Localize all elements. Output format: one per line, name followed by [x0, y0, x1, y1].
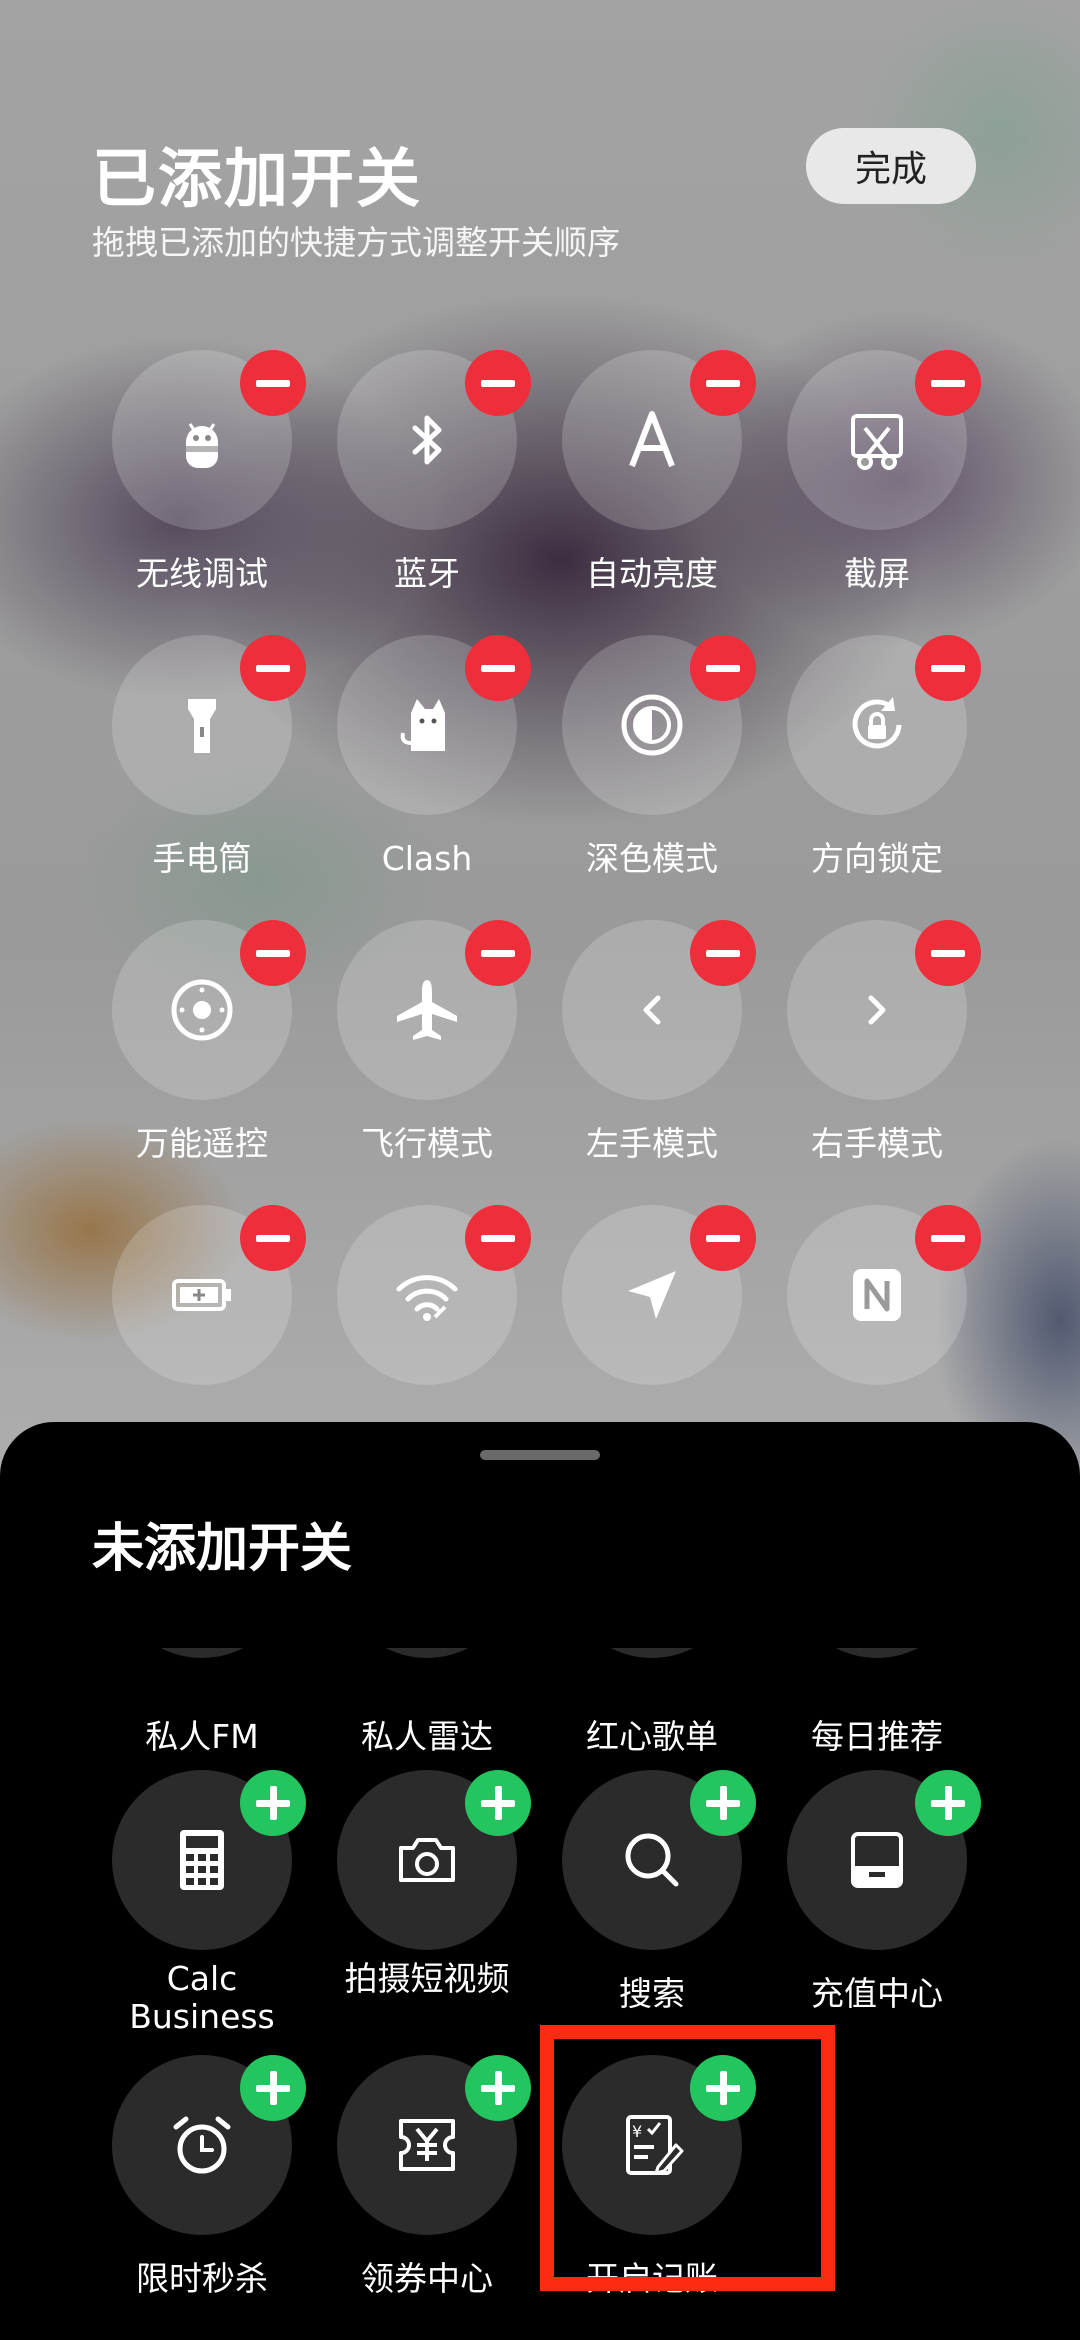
tile-label: 左手模式	[586, 1124, 718, 1163]
tile-recharge-center[interactable]: 充值中心	[765, 1770, 989, 2040]
remove-icon[interactable]	[915, 635, 981, 701]
tile-screenshot[interactable]: 截屏	[765, 350, 989, 620]
remove-icon[interactable]	[690, 920, 756, 986]
tile-search[interactable]: 搜索	[540, 1770, 764, 2040]
tile-bluetooth[interactable]: 蓝牙	[315, 350, 539, 620]
tile-coupon-center[interactable]: 领券中心	[315, 2055, 539, 2325]
sheet-drag-handle[interactable]	[480, 1450, 600, 1460]
tile-rotation-lock[interactable]: 方向锁定	[765, 635, 989, 905]
tile-label-private-radar[interactable]: 私人雷达	[315, 1710, 539, 1758]
tile-label: 右手模式	[811, 1124, 943, 1163]
tile-label: 无线调试	[136, 554, 268, 593]
tile-wireless-debugging[interactable]: 无线调试	[90, 350, 314, 620]
tile-label: Clash	[381, 839, 473, 878]
partial-tile-circle	[337, 1648, 517, 1658]
remove-icon[interactable]	[240, 920, 306, 986]
tile-label-private-fm[interactable]: 私人FM	[90, 1710, 314, 1758]
remove-icon[interactable]	[915, 1205, 981, 1271]
tile-universal-remote[interactable]: 万能遥控	[90, 920, 314, 1190]
tile-label: 蓝牙	[394, 554, 460, 593]
tile-label: 拍摄短视频	[344, 1959, 510, 1998]
remove-icon[interactable]	[690, 1205, 756, 1271]
tile-label: 限时秒杀	[136, 2259, 268, 2298]
tile-airplane-mode[interactable]: 飞行模式	[315, 920, 539, 1190]
tile-label: 深色模式	[586, 839, 718, 878]
tile-right-hand-mode[interactable]: 右手模式	[765, 920, 989, 1190]
page-title: 已添加开关	[92, 143, 422, 217]
tile-label: 领券中心	[361, 2259, 493, 2298]
tile-left-hand-mode[interactable]: 左手模式	[540, 920, 764, 1190]
tile-label: 自动亮度	[586, 554, 718, 593]
add-icon[interactable]	[240, 2055, 306, 2121]
remove-icon[interactable]	[465, 1205, 531, 1271]
add-icon[interactable]	[690, 1770, 756, 1836]
done-button[interactable]: 完成	[806, 128, 976, 204]
tile-dark-mode[interactable]: 深色模式	[540, 635, 764, 905]
tile-label: 万能遥控	[136, 1124, 268, 1163]
sheet-title: 未添加开关	[92, 1519, 353, 1579]
tile-label-heart-playlist[interactable]: 红心歌单	[540, 1710, 764, 1758]
tile-label: 搜索	[619, 1974, 685, 2013]
tile-clash[interactable]: Clash	[315, 635, 539, 905]
remove-icon[interactable]	[240, 1205, 306, 1271]
partial-tile-circle	[112, 1648, 292, 1658]
tile-label: Calc Business	[129, 1959, 275, 2036]
tile-label: 截屏	[844, 554, 910, 593]
remove-icon[interactable]	[465, 920, 531, 986]
add-icon[interactable]	[915, 1770, 981, 1836]
tile-label: 飞行模式	[361, 1124, 493, 1163]
page-subtitle: 拖拽已添加的快捷方式调整开关顺序	[92, 223, 620, 262]
add-icon[interactable]	[465, 2055, 531, 2121]
tile-calc-business[interactable]: Calc Business	[90, 1770, 314, 2040]
partial-tile-circle	[787, 1648, 967, 1658]
remove-icon[interactable]	[915, 350, 981, 416]
tile-flash-sale[interactable]: 限时秒杀	[90, 2055, 314, 2325]
add-icon[interactable]	[240, 1770, 306, 1836]
tile-label-daily-recommend[interactable]: 每日推荐	[765, 1710, 989, 1758]
remove-icon[interactable]	[240, 635, 306, 701]
remove-icon[interactable]	[915, 920, 981, 986]
remove-icon[interactable]	[465, 350, 531, 416]
tile-label: 方向锁定	[811, 839, 943, 878]
tile-flashlight[interactable]: 手电筒	[90, 635, 314, 905]
highlight-box	[540, 2025, 835, 2291]
remove-icon[interactable]	[690, 350, 756, 416]
add-icon[interactable]	[465, 1770, 531, 1836]
tile-label: 手电筒	[152, 839, 252, 878]
remove-icon[interactable]	[240, 350, 306, 416]
remove-icon[interactable]	[465, 635, 531, 701]
tile-label: 充值中心	[811, 1974, 943, 2013]
remove-icon[interactable]	[690, 635, 756, 701]
tile-auto-brightness[interactable]: 自动亮度	[540, 350, 764, 620]
partial-tile-circle	[562, 1648, 742, 1658]
tile-record-short-video[interactable]: 拍摄短视频	[315, 1770, 539, 2040]
